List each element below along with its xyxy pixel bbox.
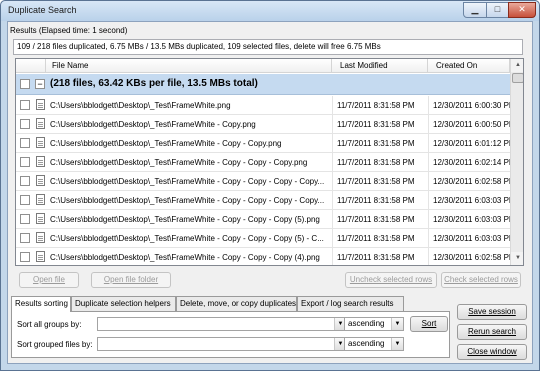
column-header-file-name[interactable]: File Name xyxy=(46,59,332,73)
row-checkbox[interactable] xyxy=(20,100,30,110)
table-row[interactable]: C:\Users\bblodgett\Desktop\_Test\FrameWh… xyxy=(16,134,510,153)
chevron-down-icon[interactable]: ▼ xyxy=(391,338,403,350)
file-icon xyxy=(36,232,45,243)
file-name-cell: C:\Users\bblodgett\Desktop\_Test\FrameWh… xyxy=(50,120,256,129)
table-row[interactable]: C:\Users\bblodgett\Desktop\_Test\FrameWh… xyxy=(16,96,510,115)
header-spacer xyxy=(16,59,46,73)
created-on-cell: 12/30/2011 6:02:58 PM xyxy=(428,248,510,265)
created-on-cell: 12/30/2011 6:01:12 PM xyxy=(428,134,510,153)
title-bar: Duplicate Search ▁ □ ✕ xyxy=(1,1,539,21)
created-on-cell: 12/30/2011 6:00:50 PM xyxy=(428,115,510,134)
row-checkbox[interactable] xyxy=(20,176,30,186)
table-row[interactable]: C:\Users\bblodgett\Desktop\_Test\FrameWh… xyxy=(16,172,510,191)
results-grid[interactable]: File Name Last Modified Created On − (21… xyxy=(15,58,524,266)
tab-duplicate-selection-helpers[interactable]: Duplicate selection helpers xyxy=(71,296,176,311)
scroll-down-icon[interactable]: ▼ xyxy=(511,252,523,265)
sort-all-order-value: ascending xyxy=(348,319,385,328)
results-label: Results (Elapsed time: 1 second) xyxy=(10,26,128,35)
file-name-cell: C:\Users\bblodgett\Desktop\_Test\FrameWh… xyxy=(50,158,308,167)
scroll-up-icon[interactable]: ▲ xyxy=(511,59,523,72)
sort-button[interactable]: Sort xyxy=(410,316,448,332)
file-icon xyxy=(36,137,45,148)
last-modified-cell: 11/7/2011 8:31:58 PM xyxy=(332,248,428,265)
save-session-button[interactable]: Save session xyxy=(457,304,527,320)
file-icon xyxy=(36,175,45,186)
last-modified-cell: 11/7/2011 8:31:58 PM xyxy=(332,172,428,191)
sort-all-groups-label: Sort all groups by: xyxy=(17,320,82,329)
file-name-cell: C:\Users\bblodgett\Desktop\_Test\FrameWh… xyxy=(50,196,325,205)
created-on-cell: 12/30/2011 6:03:03 PM xyxy=(428,191,510,210)
tab-results-sorting[interactable]: Results sorting xyxy=(11,296,71,312)
rerun-search-button[interactable]: Rerun search xyxy=(457,324,527,340)
results-summary-field[interactable]: 109 / 218 files duplicated, 6.75 MBs / 1… xyxy=(13,39,523,55)
created-on-cell: 12/30/2011 6:02:58 PM xyxy=(428,172,510,191)
created-on-cell: 12/30/2011 6:00:30 PM xyxy=(428,96,510,115)
maximize-button[interactable]: □ xyxy=(486,2,509,18)
duplicate-group-row[interactable]: − (218 files, 63.42 KBs per file, 13.5 M… xyxy=(16,74,510,95)
sort-grouped-files-select[interactable]: ▼ xyxy=(97,337,347,351)
row-checkbox[interactable] xyxy=(20,157,30,167)
row-checkbox[interactable] xyxy=(20,233,30,243)
close-window-button[interactable]: Close window xyxy=(457,344,527,360)
file-name-cell: C:\Users\bblodgett\Desktop\_Test\FrameWh… xyxy=(50,253,320,262)
grid-header: File Name Last Modified Created On xyxy=(16,59,510,73)
row-checkbox[interactable] xyxy=(20,252,30,262)
scrollbar-thumb[interactable] xyxy=(512,73,523,83)
file-icon xyxy=(36,213,45,224)
sort-grouped-order-select[interactable]: ascending ▼ xyxy=(344,337,404,351)
table-row[interactable]: C:\Users\bblodgett\Desktop\_Test\FrameWh… xyxy=(16,115,510,134)
row-checkbox[interactable] xyxy=(20,138,30,148)
table-row[interactable]: C:\Users\bblodgett\Desktop\_Test\FrameWh… xyxy=(16,229,510,248)
last-modified-cell: 11/7/2011 8:31:58 PM xyxy=(332,191,428,210)
file-name-cell: C:\Users\bblodgett\Desktop\_Test\FrameWh… xyxy=(50,101,231,110)
open-file-folder-button[interactable]: Open file folder xyxy=(91,272,171,288)
collapse-group-icon[interactable]: − xyxy=(35,79,45,89)
row-checkbox[interactable] xyxy=(20,195,30,205)
open-file-button[interactable]: Open file xyxy=(19,272,79,288)
file-name-cell: C:\Users\bblodgett\Desktop\_Test\FrameWh… xyxy=(50,234,324,243)
table-row[interactable]: C:\Users\bblodgett\Desktop\_Test\FrameWh… xyxy=(16,153,510,172)
created-on-cell: 12/30/2011 6:03:03 PM xyxy=(428,210,510,229)
group-checkbox[interactable] xyxy=(20,79,30,89)
chevron-down-icon[interactable]: ▼ xyxy=(391,318,403,330)
file-icon xyxy=(36,99,45,110)
sort-all-order-select[interactable]: ascending ▼ xyxy=(344,317,404,331)
table-row[interactable]: C:\Users\bblodgett\Desktop\_Test\FrameWh… xyxy=(16,210,510,229)
column-header-last-modified[interactable]: Last Modified xyxy=(332,59,428,73)
file-icon xyxy=(36,156,45,167)
minimize-button[interactable]: ▁ xyxy=(463,2,487,18)
uncheck-selected-rows-button[interactable]: Uncheck selected rows xyxy=(345,272,437,288)
sort-grouped-order-value: ascending xyxy=(348,339,385,348)
last-modified-cell: 11/7/2011 8:31:58 PM xyxy=(332,96,428,115)
window-title: Duplicate Search xyxy=(8,5,77,15)
last-modified-cell: 11/7/2011 8:31:58 PM xyxy=(332,134,428,153)
created-on-cell: 12/30/2011 6:03:03 PM xyxy=(428,229,510,248)
file-name-cell: C:\Users\bblodgett\Desktop\_Test\FrameWh… xyxy=(50,177,325,186)
file-icon xyxy=(36,251,45,262)
file-name-cell: C:\Users\bblodgett\Desktop\_Test\FrameWh… xyxy=(50,139,282,148)
last-modified-cell: 11/7/2011 8:31:58 PM xyxy=(332,229,428,248)
check-selected-rows-button[interactable]: Check selected rows xyxy=(441,272,521,288)
file-icon xyxy=(36,118,45,129)
row-checkbox[interactable] xyxy=(20,119,30,129)
close-window-icon[interactable]: ✕ xyxy=(508,2,536,18)
column-header-created-on[interactable]: Created On xyxy=(428,59,510,73)
last-modified-cell: 11/7/2011 8:31:58 PM xyxy=(332,210,428,229)
table-row[interactable]: C:\Users\bblodgett\Desktop\_Test\FrameWh… xyxy=(16,248,510,265)
file-icon xyxy=(36,194,45,205)
sort-grouped-files-label: Sort grouped files by: xyxy=(17,340,93,349)
tab-export-log[interactable]: Export / log search results xyxy=(297,296,404,311)
vertical-scrollbar[interactable]: ▲ ▼ xyxy=(510,59,523,265)
created-on-cell: 12/30/2011 6:02:14 PM xyxy=(428,153,510,172)
table-row[interactable]: C:\Users\bblodgett\Desktop\_Test\FrameWh… xyxy=(16,191,510,210)
last-modified-cell: 11/7/2011 8:31:58 PM xyxy=(332,115,428,134)
file-name-cell: C:\Users\bblodgett\Desktop\_Test\FrameWh… xyxy=(50,215,320,224)
sort-all-groups-select[interactable]: ▼ xyxy=(97,317,347,331)
tab-delete-move-copy[interactable]: Delete, move, or copy duplicates xyxy=(176,296,297,311)
group-label: (218 files, 63.42 KBs per file, 13.5 MBs… xyxy=(50,78,258,89)
row-checkbox[interactable] xyxy=(20,214,30,224)
last-modified-cell: 11/7/2011 8:31:58 PM xyxy=(332,153,428,172)
results-sorting-panel: Sort all groups by: ▼ ascending ▼ Sort S… xyxy=(11,311,450,358)
